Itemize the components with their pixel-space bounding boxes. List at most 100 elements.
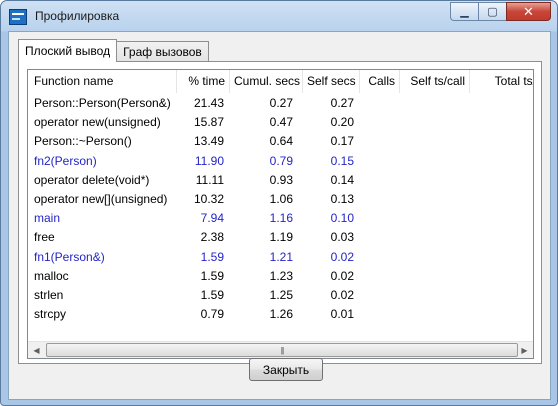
column-header-cumul-secs[interactable]: Cumul. secs (230, 70, 303, 93)
cell-cumul-secs: 1.21 (269, 249, 293, 264)
tab-bar: Плоский вывод Граф вызовов (18, 39, 209, 62)
cell-self-secs: 0.03 (330, 230, 354, 245)
cell-function-name: Person::Person(Person&) (34, 96, 171, 110)
cell-calls (360, 228, 400, 247)
client-area: Плоский вывод Граф вызовов Function name… (8, 31, 551, 400)
horizontal-scrollbar[interactable]: ◀ ||| ▶ (28, 341, 533, 358)
cell-self-ts-call (400, 228, 470, 247)
table-row[interactable]: fn1(Person&) 1.59 1.21 0.02 (28, 248, 533, 267)
cell-percent-time: 1.59 (200, 249, 224, 264)
scroll-right-button[interactable]: ▶ (516, 342, 533, 358)
window-title: Профилировка (35, 9, 120, 23)
column-header-total-ts-call[interactable]: Total ts/call (470, 70, 533, 93)
table-row[interactable]: operator new(unsigned) 15.87 0.47 0.20 (28, 113, 533, 132)
scrollbar-thumb[interactable]: ||| (46, 343, 518, 357)
cell-percent-time: 11.11 (195, 172, 224, 187)
table-row[interactable]: fn2(Person) 11.90 0.79 0.15 (28, 152, 533, 171)
cell-self-secs: 0.01 (330, 307, 354, 322)
table-header: Function name % time Cumul. secs Self se… (28, 70, 533, 93)
cell-function-name: malloc (34, 268, 69, 283)
cell-self-secs: 0.13 (330, 191, 354, 206)
minimize-button[interactable]: ▁ (450, 2, 478, 21)
profile-table: Function name % time Cumul. secs Self se… (27, 69, 534, 359)
cell-self-ts-call (400, 209, 470, 228)
cell-self-secs: 0.02 (330, 249, 354, 264)
cell-percent-time: 11.90 (194, 153, 224, 168)
cell-calls (360, 94, 400, 113)
column-header-self-secs[interactable]: Self secs (303, 70, 360, 93)
table-body: Person::Person(Person&) 21.43 0.27 0.27oper… (28, 94, 533, 324)
cell-calls (360, 209, 400, 228)
table-row[interactable]: Person::~Person() 13.49 0.64 0.17 (28, 132, 533, 151)
cell-function-name: operator new(unsigned) (34, 115, 161, 130)
cell-total-ts-call (470, 248, 533, 267)
cell-self-secs: 0.02 (330, 287, 354, 302)
cell-cumul-secs: 1.23 (269, 268, 293, 283)
close-window-button[interactable]: ✕ (506, 2, 551, 21)
cell-self-ts-call (400, 267, 470, 286)
cell-cumul-secs: 1.06 (269, 191, 293, 206)
cell-cumul-secs: 1.16 (269, 211, 293, 226)
cell-function-name: free (34, 230, 55, 245)
cell-percent-time: 13.49 (193, 134, 224, 149)
cell-self-secs: 0.17 (330, 134, 354, 149)
cell-percent-time: 15.87 (193, 115, 224, 130)
cell-percent-time: 1.59 (200, 287, 224, 302)
tab-call-graph[interactable]: Граф вызовов (116, 41, 209, 62)
cell-calls (360, 152, 400, 171)
tab-panel-flat-output: Function name % time Cumul. secs Self se… (18, 61, 542, 364)
column-header-percent-time[interactable]: % time (177, 70, 230, 93)
column-header-function-name[interactable]: Function name (28, 70, 177, 93)
cell-total-ts-call (470, 286, 533, 305)
cell-self-ts-call (400, 248, 470, 267)
cell-self-ts-call (400, 94, 470, 113)
cell-total-ts-call (470, 209, 533, 228)
cell-cumul-secs: 0.93 (269, 172, 293, 187)
cell-calls (360, 171, 400, 190)
maximize-button[interactable]: ▢ (478, 2, 506, 21)
cell-percent-time: 10.32 (193, 191, 224, 206)
cell-cumul-secs: 1.25 (269, 287, 293, 302)
arrow-left-icon: ◀ (33, 345, 40, 355)
cell-total-ts-call (470, 267, 533, 286)
cell-percent-time: 2.38 (200, 230, 224, 245)
cell-self-ts-call (400, 113, 470, 132)
table-row[interactable]: operator delete(void*) 11.11 0.93 0.14 (28, 171, 533, 190)
cell-function-name: operator delete(void*) (34, 172, 150, 187)
maximize-icon: ▢ (487, 6, 498, 18)
cell-total-ts-call (470, 190, 533, 209)
table-row[interactable]: strcpy 0.79 1.26 0.01 (28, 305, 533, 324)
table-row[interactable]: operator new[](unsigned) 10.32 1.06 0.13 (28, 190, 533, 209)
title-bar[interactable]: Профилировка ▁ ▢ ✕ (1, 1, 557, 31)
cell-self-ts-call (400, 286, 470, 305)
cell-percent-time: 7.94 (200, 211, 224, 226)
app-icon (9, 9, 27, 25)
table-row[interactable]: free 2.38 1.19 0.03 (28, 228, 533, 247)
cell-function-name: main (34, 211, 61, 226)
tab-flat-output[interactable]: Плоский вывод (18, 39, 118, 62)
cell-function-name: fn1(Person&) (34, 249, 105, 264)
close-icon: ✕ (523, 3, 534, 19)
cell-self-secs: 0.10 (330, 211, 354, 226)
cell-total-ts-call (470, 305, 533, 324)
cell-function-name: Person::~Person() (34, 134, 132, 149)
cell-self-ts-call (400, 132, 470, 151)
cell-cumul-secs: 0.64 (269, 134, 293, 149)
cell-calls (360, 305, 400, 324)
table-row[interactable]: Person::Person(Person&) 21.43 0.27 0.27 (28, 94, 533, 113)
cell-total-ts-call (470, 132, 533, 151)
column-header-self-ts-call[interactable]: Self ts/call (400, 70, 470, 93)
grip-icon: ||| (280, 345, 284, 355)
scroll-left-button[interactable]: ◀ (28, 342, 45, 358)
minimize-icon: ▁ (460, 6, 469, 18)
cell-calls (360, 113, 400, 132)
column-header-calls[interactable]: Calls (360, 70, 400, 93)
cell-calls (360, 286, 400, 305)
cell-self-secs: 0.02 (330, 268, 354, 283)
close-button[interactable]: Закрыть (249, 358, 323, 381)
table-row[interactable]: main 7.94 1.16 0.10 (28, 209, 533, 228)
table-row[interactable]: strlen 1.59 1.25 0.02 (28, 286, 533, 305)
cell-self-ts-call (400, 171, 470, 190)
table-row[interactable]: malloc 1.59 1.23 0.02 (28, 267, 533, 286)
cell-cumul-secs: 0.47 (269, 115, 293, 130)
